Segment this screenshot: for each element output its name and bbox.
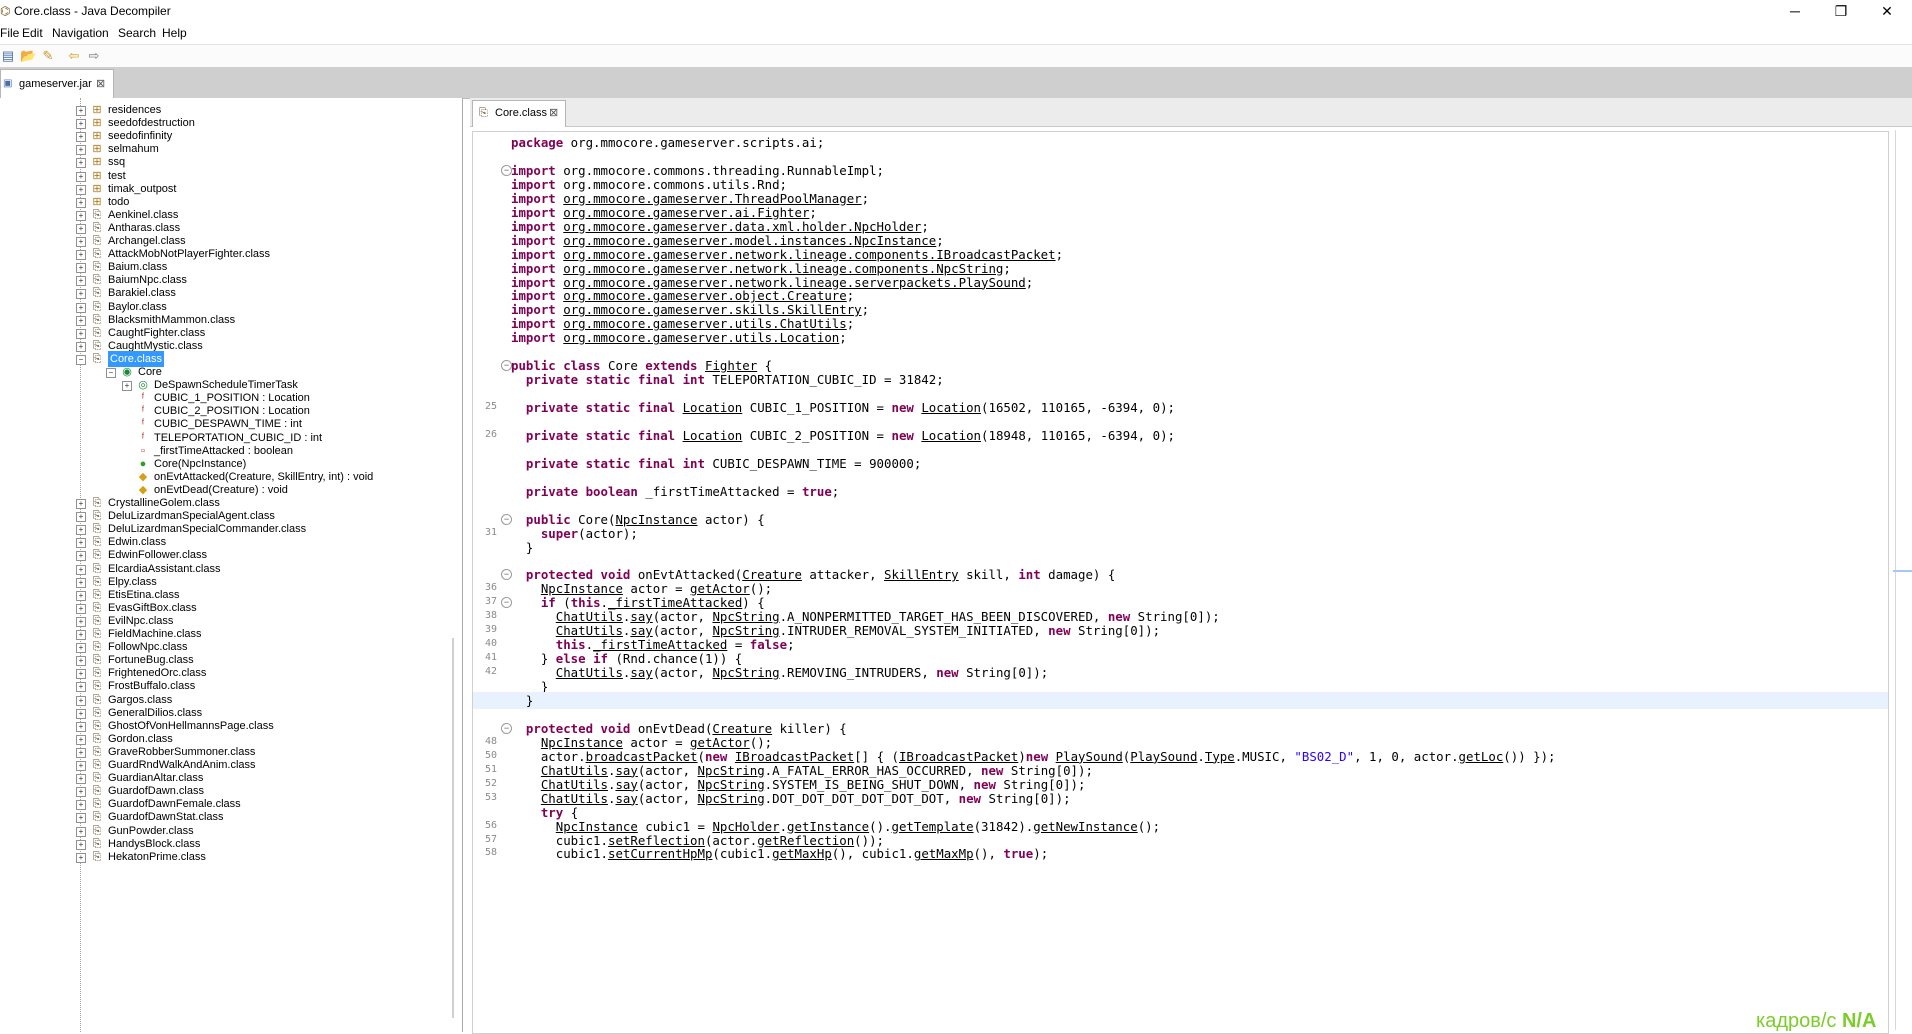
close-tab-icon[interactable]: ⊠ — [96, 77, 105, 90]
editor-area: ⎘ Core.class ⊠ package org.mmocore.games… — [470, 98, 1912, 1034]
menu-search[interactable]: Search — [118, 26, 156, 40]
editor-tab-bar: ⎘ Core.class ⊠ — [470, 98, 1912, 127]
code-line: 58 cubic1.setCurrentHpMp(cubic1.getMaxHp… — [473, 845, 1888, 862]
source-code-view[interactable]: package org.mmocore.gameserver.scripts.a… — [472, 131, 1889, 1034]
line-number: 39 — [484, 624, 497, 636]
window-title: Core.class - Java Decompiler — [14, 4, 171, 18]
line-number: 41 — [484, 652, 497, 664]
line-number: 52 — [484, 777, 497, 789]
open-file-icon[interactable]: ▤ — [0, 48, 16, 64]
menu-file[interactable]: File — [0, 26, 19, 40]
fps-label: кадров/с — [1756, 1010, 1842, 1032]
package-tree[interactable]: + ⊞ residences + ⊞ seedofdestruction + ⊞ seedofi… — [0, 98, 463, 1032]
line-number: 40 — [484, 638, 497, 650]
expand-icon[interactable]: + — [76, 852, 86, 863]
line-number: 37 — [484, 596, 497, 608]
tab-core-class[interactable]: ⎘ Core.class ⊠ — [472, 100, 566, 127]
menu-navigation[interactable]: Navigation — [52, 26, 109, 40]
fps-value: N/A — [1841, 1010, 1877, 1032]
ruler-marker[interactable] — [1893, 570, 1912, 572]
title-bar: ⌬ Core.class - Java Decompiler ─ ❐ ✕ — [0, 0, 1912, 24]
line-number: 53 — [484, 791, 497, 803]
overview-ruler — [1895, 130, 1896, 1030]
archive-tab-bar: ▣ gameserver.jar ⊠ — [0, 67, 1912, 99]
line-number: 48 — [484, 735, 497, 747]
tab-gameserver-jar[interactable]: ▣ gameserver.jar ⊠ — [0, 69, 114, 98]
line-number: 38 — [484, 610, 497, 622]
close-tab-icon[interactable]: ⊠ — [549, 106, 558, 119]
fps-watermark: кадров/с N/A — [1756, 1010, 1876, 1033]
line-number: 26 — [484, 428, 497, 440]
minimize-button[interactable]: ─ — [1772, 0, 1818, 24]
tree-item[interactable]: + ⎘ HekatonPrime.class — [0, 849, 450, 865]
line-number: 57 — [484, 833, 497, 845]
line-number: 25 — [484, 401, 497, 413]
class-file-icon: ⎘ — [479, 107, 488, 119]
menu-edit[interactable]: Edit — [22, 26, 43, 40]
app-icon: ⌬ — [0, 4, 11, 18]
line-number: 58 — [484, 847, 497, 859]
reference-icon[interactable]: ✎ — [40, 48, 56, 64]
toolbar: ▤ 📂 ✎ ⇦ ⇨ — [0, 44, 1912, 68]
jar-icon: ▣ — [3, 78, 13, 89]
forward-icon[interactable]: ⇨ — [86, 48, 102, 64]
maximize-button[interactable]: ❐ — [1818, 0, 1864, 24]
line-number: 36 — [484, 582, 497, 594]
code-text: cubic1.setCurrentHpMp(cubic1.getMaxHp(),… — [511, 846, 1049, 862]
menu-bar: File Edit Navigation Search Help — [0, 24, 1912, 44]
class-icon: ⎘ — [92, 850, 102, 863]
open-type-icon[interactable]: 📂 — [20, 48, 36, 64]
line-number: 56 — [484, 819, 497, 831]
close-button[interactable]: ✕ — [1864, 0, 1910, 24]
line-number: 50 — [484, 749, 497, 761]
line-number: 31 — [484, 526, 497, 538]
editor-tab-label: Core.class — [495, 107, 547, 119]
back-icon[interactable]: ⇦ — [66, 48, 82, 64]
tab-label: gameserver.jar — [19, 78, 92, 90]
menu-help[interactable]: Help — [162, 26, 187, 40]
line-number: 42 — [484, 666, 497, 678]
tree-item-label: HekatonPrime.class — [108, 850, 206, 863]
tree-scrollbar[interactable] — [452, 638, 454, 1018]
line-number: 51 — [484, 763, 497, 775]
